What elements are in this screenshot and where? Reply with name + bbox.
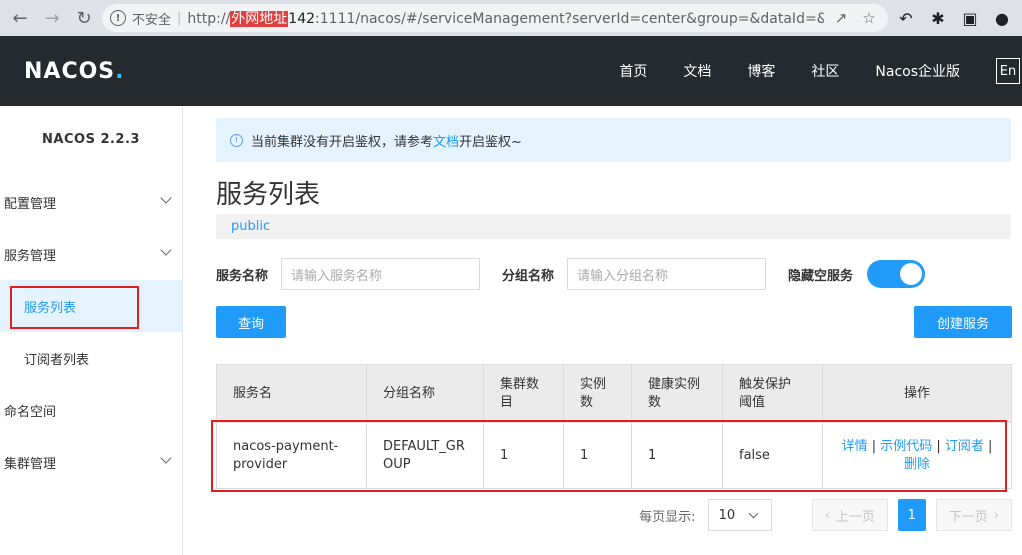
nav-docs[interactable]: 文档 bbox=[683, 61, 711, 81]
reply-icon[interactable]: ↶ bbox=[892, 4, 920, 32]
col-cluster-count: 集群数目 bbox=[483, 364, 564, 423]
top-nav: 首页 文档 博客 社区 Nacos企业版 En bbox=[619, 36, 1022, 106]
nav-enterprise[interactable]: Nacos企业版 bbox=[875, 61, 960, 81]
col-instance-count: 实例数 bbox=[563, 364, 632, 423]
info-icon: i bbox=[230, 133, 243, 147]
col-service-name: 服务名 bbox=[216, 364, 367, 423]
chevron-down-icon bbox=[160, 192, 172, 204]
col-group-name: 分组名称 bbox=[366, 364, 484, 423]
group-name-label: 分组名称 bbox=[502, 268, 555, 284]
sidebar-item-label: 服务管理 bbox=[4, 248, 57, 264]
prev-page-button[interactable]: ‹ 上一页 bbox=[811, 499, 888, 531]
sidebar-item-namespace[interactable]: 命名空间 bbox=[0, 384, 182, 436]
profile-icon[interactable]: ● bbox=[988, 4, 1016, 32]
page-title: 服务列表 bbox=[216, 180, 321, 210]
browser-toolbar: ← → ↻ ! 不安全 | http://外网地址142:1111/nacos/… bbox=[0, 0, 1022, 36]
version-label: NACOS 2.2.3 bbox=[42, 132, 140, 147]
service-name-input[interactable]: 请输入服务名称 bbox=[281, 258, 481, 290]
pagination: 每页显示: 10 ‹ 上一页 1 下一页 › bbox=[216, 499, 1012, 531]
chevron-left-icon: ‹ bbox=[824, 507, 830, 523]
nav-blog[interactable]: 博客 bbox=[747, 61, 775, 81]
main-content: i 当前集群没有开启鉴权，请参考文档开启鉴权~ 服务列表 public 服务名称… bbox=[183, 106, 1022, 555]
sidebar-item-label: 配置管理 bbox=[4, 196, 57, 212]
sidebar-item-label: 命名空间 bbox=[4, 404, 57, 420]
app-header: NACOS. 首页 文档 博客 社区 Nacos企业版 En bbox=[0, 36, 1022, 106]
chevron-down-icon bbox=[748, 508, 759, 519]
col-actions: 操作 bbox=[822, 364, 1012, 423]
table-header-row: 服务名 分组名称 集群数目 实例数 健康实例数 触发保护阈值 操作 bbox=[216, 364, 1012, 423]
action-row: 查询 创建服务 bbox=[216, 306, 1012, 338]
sidebar: NACOS 2.2.3 配置管理 服务管理 服务列表 订阅者列表 命名空间 集群… bbox=[0, 106, 183, 555]
toggle-knob bbox=[900, 263, 923, 285]
auth-notice: i 当前集群没有开启鉴权，请参考文档开启鉴权~ bbox=[216, 118, 1011, 162]
chevron-down-icon bbox=[160, 244, 172, 256]
notice-tail: 开启鉴权~ bbox=[459, 134, 522, 150]
highlight-box bbox=[10, 286, 139, 329]
notice-text: 当前集群没有开启鉴权，请参考 bbox=[251, 134, 434, 150]
highlight-box bbox=[211, 420, 1007, 492]
filter-bar: 服务名称 请输入服务名称 分组名称 请输入分组名称 隐藏空服务 bbox=[216, 258, 1012, 290]
back-icon[interactable]: ← bbox=[6, 4, 34, 32]
chevron-right-icon: › bbox=[993, 507, 999, 523]
hide-empty-label: 隐藏空服务 bbox=[788, 268, 854, 284]
sidebar-item-label: 订阅者列表 bbox=[24, 352, 90, 368]
insecure-label: 不安全 bbox=[132, 12, 172, 28]
language-switch-button[interactable]: En bbox=[996, 58, 1020, 84]
url-text[interactable]: http://外网地址142:1111/nacos/#/serviceManag… bbox=[187, 8, 824, 28]
page-number-button[interactable]: 1 bbox=[897, 499, 926, 531]
nacos-logo[interactable]: NACOS. bbox=[24, 59, 125, 84]
page-size-value: 10 bbox=[718, 507, 736, 523]
col-healthy-count: 健康实例数 bbox=[631, 364, 723, 423]
divider: | bbox=[177, 10, 182, 26]
sidebar-item-subscribers[interactable]: 订阅者列表 bbox=[0, 332, 182, 384]
namespace-public[interactable]: public bbox=[231, 219, 270, 234]
redacted-host: 外网地址 bbox=[230, 11, 289, 27]
page-size-label: 每页显示: bbox=[639, 509, 696, 525]
share-icon[interactable]: ↗ bbox=[830, 9, 852, 27]
extensions-icon[interactable]: ✱ bbox=[924, 4, 952, 32]
address-bar[interactable]: ! 不安全 | http://外网地址142:1111/nacos/#/serv… bbox=[102, 4, 888, 32]
create-service-button[interactable]: 创建服务 bbox=[914, 306, 1012, 338]
docs-link[interactable]: 文档 bbox=[433, 135, 459, 150]
service-name-label: 服务名称 bbox=[216, 268, 269, 284]
sidebar-item-service-mgmt[interactable]: 服务管理 bbox=[0, 228, 182, 280]
warning-icon: ! bbox=[110, 10, 126, 26]
forward-icon[interactable]: → bbox=[38, 4, 66, 32]
next-page-button[interactable]: 下一页 › bbox=[935, 499, 1012, 531]
page-size-select[interactable]: 10 bbox=[707, 499, 772, 531]
sidebar-item-config[interactable]: 配置管理 bbox=[0, 176, 182, 228]
sidebar-item-label: 集群管理 bbox=[4, 456, 57, 472]
chevron-down-icon bbox=[160, 452, 172, 464]
sidepanel-icon[interactable]: ▣ bbox=[956, 4, 984, 32]
hide-empty-toggle[interactable] bbox=[867, 260, 926, 288]
query-button[interactable]: 查询 bbox=[216, 306, 286, 338]
nav-community[interactable]: 社区 bbox=[811, 61, 839, 81]
bookmark-star-icon[interactable]: ☆ bbox=[858, 9, 880, 27]
group-name-input[interactable]: 请输入分组名称 bbox=[567, 258, 767, 290]
nav-home[interactable]: 首页 bbox=[619, 61, 647, 81]
col-protect-threshold: 触发保护阈值 bbox=[722, 364, 823, 423]
reload-icon[interactable]: ↻ bbox=[70, 4, 98, 32]
sidebar-item-cluster[interactable]: 集群管理 bbox=[0, 436, 182, 488]
namespace-bar: public bbox=[216, 214, 1011, 239]
